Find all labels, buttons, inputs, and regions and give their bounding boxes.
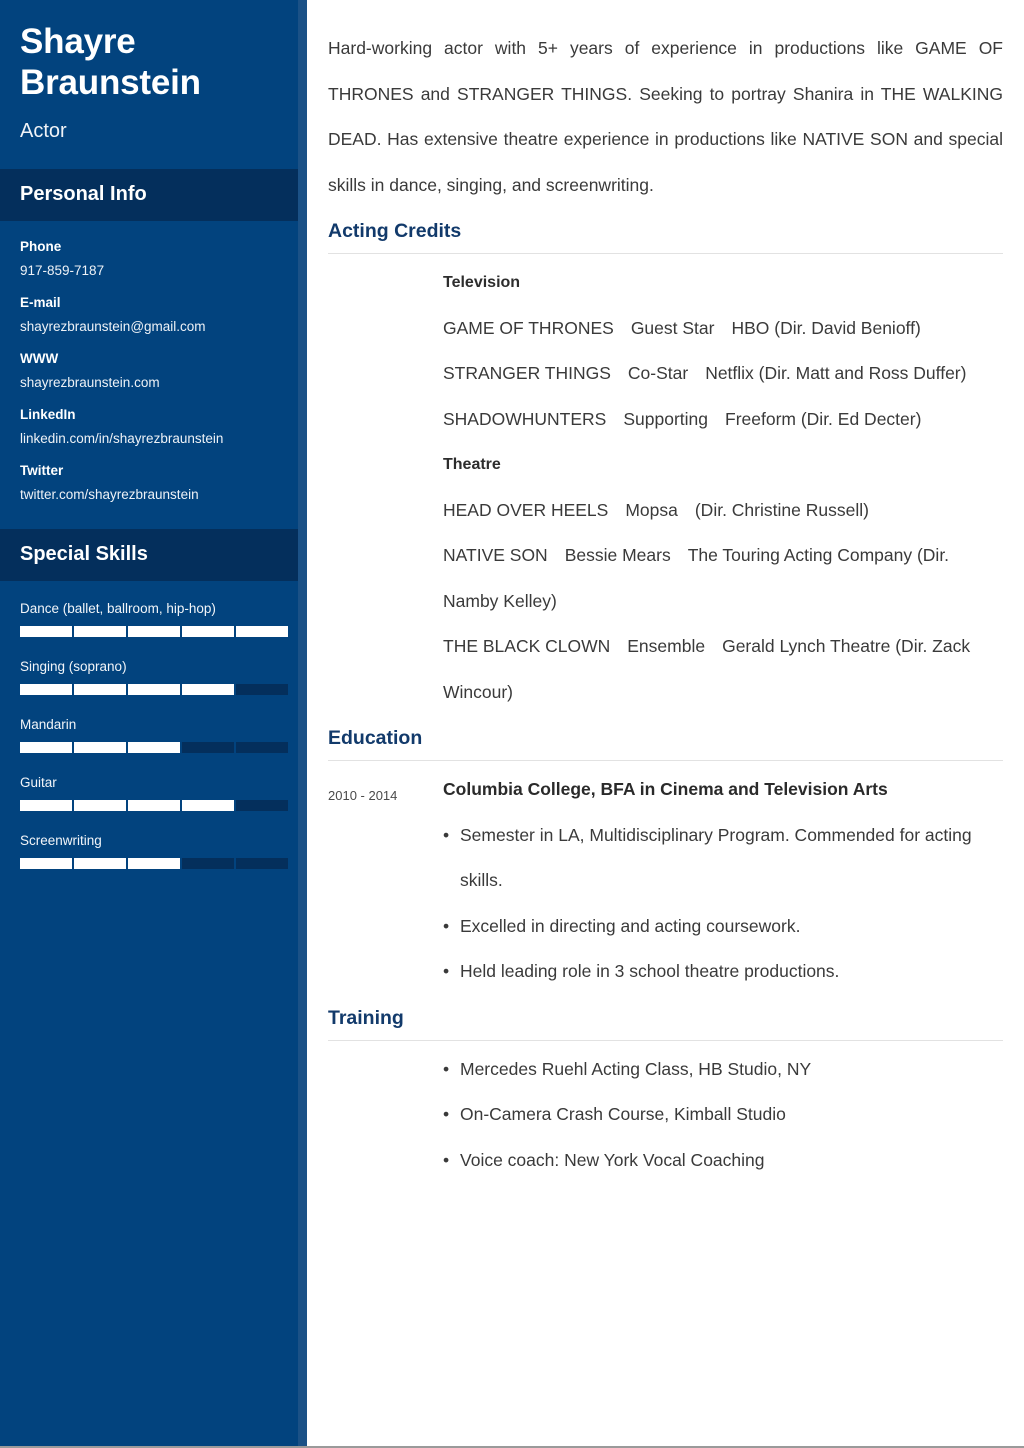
section-divider <box>328 760 1003 762</box>
skill-label: Screenwriting <box>20 832 102 848</box>
skill-item-dance: Dance (ballet, ballroom, hip-hop) <box>20 600 288 637</box>
bullet-item: Excelled in directing and acting coursew… <box>443 904 1003 950</box>
credit-row: SHADOWHUNTERS Supporting Freeform (Dir. Ed… <box>443 397 1003 443</box>
identity-block: Shayre Braunstein Actor <box>0 0 298 169</box>
section-training: Training Mercedes Ruehl Acting Class, HB… <box>328 1007 1003 1184</box>
candidate-name: Shayre Braunstein <box>20 22 201 102</box>
sidebar: Shayre Braunstein Actor Personal Info Ph… <box>0 0 307 1446</box>
section-heading-education: Education <box>328 727 423 750</box>
credit-company: Freeform (Dir. Ed Decter) <box>725 408 922 429</box>
credit-company: HBO (Dir. David Benioff) <box>731 317 921 338</box>
skill-item-guitar: Guitar <box>20 774 288 811</box>
credit-company: Netflix (Dir. Matt and Ross Duffer) <box>705 363 967 384</box>
personal-info-list: Phone 917-859-7187 E-mail shayrezbraunst… <box>0 221 298 529</box>
info-value[interactable]: linkedin.com/in/shayrezbraunstein <box>20 431 278 446</box>
info-item-email: E-mail shayrezbraunstein@gmail.com <box>20 295 278 334</box>
skill-label: Guitar <box>20 774 57 790</box>
credit-role: Bessie Mears <box>564 545 671 566</box>
credit-group-label: Theatre <box>443 456 501 474</box>
education-dates: 2010 - 2014 <box>328 788 398 804</box>
info-value: 917-859-7187 <box>20 262 105 278</box>
credit-production: GAME OF THRONES <box>443 317 614 338</box>
education-school: Columbia College, BFA in Cinema and Tele… <box>443 779 888 800</box>
education-entry: 2010 - 2014 Columbia College, BFA in Cin… <box>328 767 1003 995</box>
skill-level-ticks <box>20 799 288 811</box>
bullet-item: Semester in LA, Multidisciplinary Progra… <box>443 813 1003 904</box>
skill-level-bar <box>20 625 288 637</box>
info-item-linkedin: LinkedIn linkedin.com/in/shayrezbraunste… <box>20 407 278 446</box>
credit-row: GAME OF THRONES Guest Star HBO (Dir. David… <box>443 306 1003 352</box>
section-divider <box>328 253 1003 254</box>
acting-credits-body: Television GAME OF THRONES Guest Star HBO … <box>328 260 1003 715</box>
resume-page: Shayre Braunstein Actor Personal Info Ph… <box>0 0 1024 1448</box>
credit-group-television: Television GAME OF THRONES Guest Star HBO … <box>443 260 1003 442</box>
skill-level-bar <box>20 857 288 869</box>
skill-item-screenwriting: Screenwriting <box>20 832 288 869</box>
personal-info-heading: Personal Info <box>20 182 147 205</box>
skill-level-ticks <box>20 741 288 753</box>
special-skills-heading-band: Special Skills <box>0 528 298 581</box>
info-item-twitter: Twitter twitter.com/shayrezbraunstein <box>20 463 278 502</box>
personal-info-heading-band: Personal Info <box>0 168 298 221</box>
skill-label: Mandarin <box>20 716 77 732</box>
info-value[interactable]: twitter.com/shayrezbraunstein <box>20 487 278 502</box>
skill-label: Dance (ballet, ballroom, hip-hop) <box>20 600 216 616</box>
credit-row: THE BLACK CLOWN Ensemble Gerald Lynch Thea… <box>443 624 1003 715</box>
info-label: Phone <box>20 238 62 254</box>
training-bullets: Mercedes Ruehl Acting Class, HB Studio, … <box>443 1047 1003 1184</box>
special-skills-heading: Special Skills <box>20 542 148 565</box>
skill-level-ticks <box>20 625 288 637</box>
training-body: Mercedes Ruehl Acting Class, HB Studio, … <box>328 1047 1003 1184</box>
section-heading-training: Training <box>328 1006 404 1029</box>
credit-production: HEAD OVER HEELS <box>443 499 609 520</box>
credit-row: STRANGER THINGS Co-Star Netflix (Dir. Matt… <box>443 351 1003 397</box>
credit-role: Guest Star <box>630 317 715 338</box>
credit-role: Supporting <box>623 408 708 429</box>
candidate-job-title: Actor <box>20 119 67 142</box>
credit-company: (Dir. Christine Russell) <box>694 499 869 520</box>
credit-production: NATIVE SON <box>443 545 548 566</box>
special-skills-list: Dance (ballet, ballroom, hip-hop) Singin… <box>0 581 298 901</box>
info-label: WWW <box>20 350 59 366</box>
credit-row: HEAD OVER HEELS Mopsa (Dir. Christine Russ… <box>443 488 1003 534</box>
skill-level-bar <box>20 741 288 753</box>
skill-level-ticks <box>20 857 288 869</box>
bullet-item: On-Camera Crash Course, Kimball Studio <box>443 1092 1003 1138</box>
bullet-item: Held leading role in 3 school theatre pr… <box>443 949 1003 995</box>
info-label: E-mail <box>20 294 61 310</box>
credit-production: SHADOWHUNTERS <box>443 408 607 429</box>
info-item-www: WWW shayrezbraunstein.com <box>20 351 278 390</box>
credit-role: Co-Star <box>627 363 689 384</box>
skill-item-mandarin: Mandarin <box>20 716 288 753</box>
bullet-item: Mercedes Ruehl Acting Class, HB Studio, … <box>443 1047 1003 1093</box>
skill-level-bar <box>20 799 288 811</box>
info-item-phone: Phone 917-859-7187 <box>20 239 278 278</box>
credit-group-theatre: Theatre HEAD OVER HEELS Mopsa (Dir. Christ… <box>443 442 1003 715</box>
section-education: Education 2010 - 2014 Columbia College, … <box>328 727 1003 995</box>
info-label: LinkedIn <box>20 406 76 422</box>
skill-level-bar <box>20 683 288 695</box>
bullet-item: Voice coach: New York Vocal Coaching <box>443 1138 1003 1184</box>
credit-production: THE BLACK CLOWN <box>443 636 611 657</box>
main-content: Hard-working actor with 5+ years of expe… <box>307 0 1024 1446</box>
section-heading-acting-credits: Acting Credits <box>328 220 462 242</box>
credit-role: Mopsa <box>625 499 678 520</box>
skill-level-ticks <box>20 683 288 695</box>
credit-role: Ensemble <box>627 636 706 657</box>
credit-group-label: Television <box>443 274 521 291</box>
credit-production: STRANGER THINGS <box>443 363 611 384</box>
section-acting-credits: Acting Credits Television GAME OF THRONE… <box>328 220 1003 715</box>
section-divider <box>328 1039 1003 1041</box>
info-label: Twitter <box>20 462 64 478</box>
professional-summary: Hard-working actor with 5+ years of expe… <box>328 38 1003 195</box>
skill-label: Singing (soprano) <box>20 658 127 674</box>
credit-row: NATIVE SON Bessie Mears The Touring Acting… <box>443 533 1003 624</box>
education-bullets: Semester in LA, Multidisciplinary Progra… <box>443 813 1003 995</box>
info-value[interactable]: shayrezbraunstein.com <box>20 375 278 390</box>
skill-item-singing: Singing (soprano) <box>20 658 288 695</box>
education-details: Columbia College, BFA in Cinema and Tele… <box>443 767 1003 995</box>
info-value[interactable]: shayrezbraunstein@gmail.com <box>20 319 278 334</box>
